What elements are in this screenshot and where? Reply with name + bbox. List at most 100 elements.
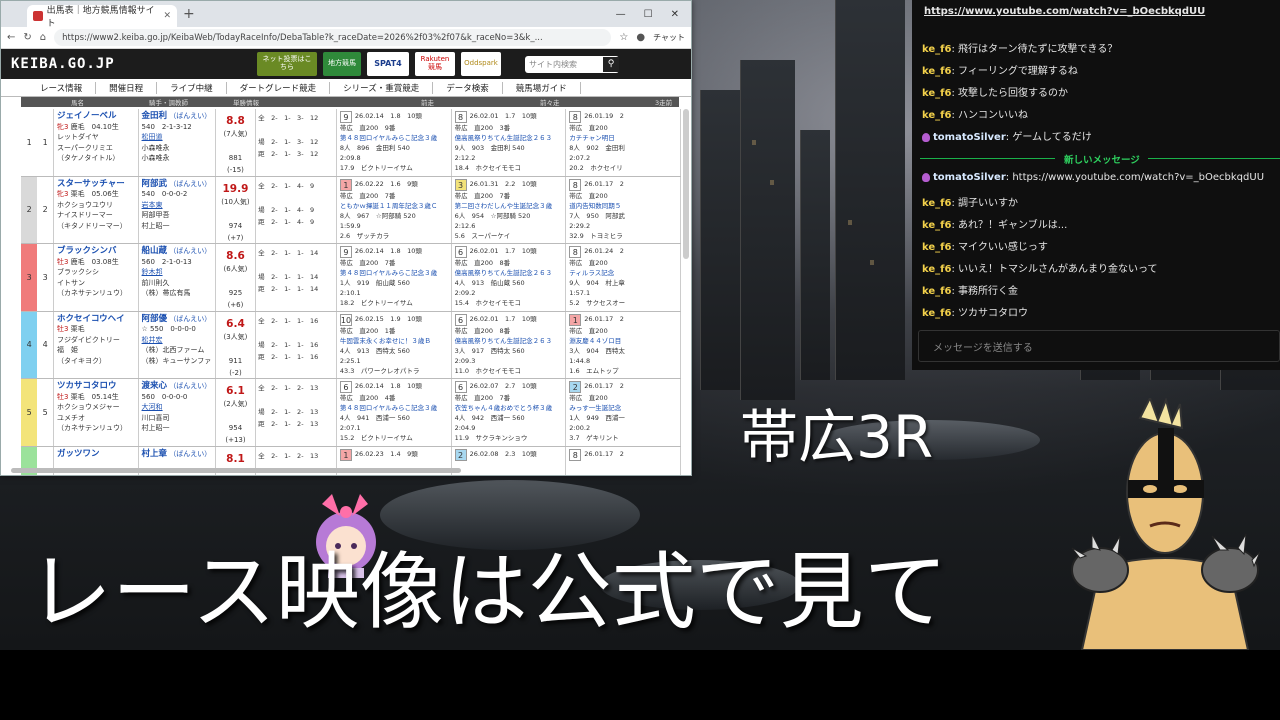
chat-username[interactable]: ke_f6 — [922, 264, 951, 275]
jockey-name[interactable]: 船山蔵 — [142, 246, 168, 256]
chat-username[interactable]: ke_f6 — [922, 220, 951, 231]
chat-top-link[interactable]: https://www.youtube.com/watch?v=_bOecbkq… — [924, 6, 1205, 17]
horse-name[interactable]: ホクセイコウヘイ — [57, 314, 125, 324]
chat-message: ke_f6: 飛行はターン待たずに攻撃できる？ — [922, 44, 1118, 55]
past-race-name[interactable]: ともかｗ揮誕１１周年記念３歳Ｃ — [340, 202, 438, 210]
past-race-1[interactable]: 10 26.02.15 1.9 10頭 帯広 直200 1番 牛固雲末永くお幸せに… — [337, 311, 452, 378]
past-race-name[interactable]: ティルラス記念 — [569, 269, 614, 277]
past-race-name[interactable]: 道内告知数同期５ — [569, 202, 621, 210]
chat-input[interactable]: メッセージを送信する — [918, 330, 1280, 362]
trainer[interactable]: 岩本東 — [142, 201, 163, 209]
past-race-name[interactable]: 億高風祭りちてん生誕記念２６３ — [455, 269, 553, 277]
maximize-icon[interactable]: ☐ — [644, 9, 653, 20]
nav-data-search[interactable]: データ検索 — [433, 81, 503, 94]
th-prev1: 前走 — [421, 99, 434, 107]
past-race-name[interactable]: 第４８回ロイヤルみらこ記念３歳 — [340, 134, 437, 142]
past-race-name[interactable]: 第二回さわだしんや生誕記念３歳 — [455, 202, 553, 210]
rakuten-banner[interactable]: Rakuten 競馬 — [415, 52, 455, 76]
past-winner: 15.2 ビクトリーイサム — [339, 434, 413, 442]
chat-username[interactable]: ke_f6 — [922, 286, 951, 297]
minimize-icon[interactable]: — — [616, 9, 626, 20]
nav-dirt-grade[interactable]: ダートグレード競走 — [227, 81, 331, 94]
back-icon[interactable]: ← — [7, 32, 15, 43]
past-race-1[interactable]: 1 26.02.22 1.6 9頭 帯広 直200 7番 ともかｗ揮誕１１周年記念… — [337, 176, 452, 243]
site-logo[interactable]: KEIBA.GO.JP — [11, 56, 251, 72]
jockey-name[interactable]: 村上章 — [142, 449, 168, 459]
past-race-name[interactable]: 第４８回ロイヤルみらこ記念３歳 — [340, 404, 437, 412]
past-race-3[interactable]: 8 26.01.19 2 帯広 直200 カチチャン明日 8人 902 金田利 2… — [566, 109, 682, 176]
horse-name[interactable]: ツカサコタロウ — [57, 381, 117, 391]
chat-username[interactable]: ke_f6 — [922, 110, 951, 121]
search-icon[interactable]: ⚲ — [603, 56, 619, 72]
past-race-name[interactable]: 衣笠ちゃん４歳おめでとう杯３歳 — [455, 404, 553, 412]
past-race-name[interactable]: 淵友慶４４ゾロ目 — [569, 337, 621, 345]
spat4-banner[interactable]: SPAT4 — [367, 52, 409, 76]
past-race-1[interactable]: 6 26.02.14 1.8 10頭 帯広 直200 4番 第４８回ロイヤルみらこ… — [337, 379, 452, 446]
past-race-name[interactable]: 億高風祭りちてん生誕記念２６３ — [455, 337, 553, 345]
trainer[interactable]: 大河和 — [142, 403, 163, 411]
past-race-1[interactable]: 9 26.02.14 1.8 10頭 帯広 直200 7番 第４８回ロイヤルみらこ… — [337, 244, 452, 311]
chat-button[interactable]: チャット — [653, 32, 685, 43]
finish-position: 9 — [339, 111, 352, 123]
jockey-name[interactable]: 金田利 — [142, 111, 168, 121]
reload-icon[interactable]: ↻ — [23, 32, 31, 43]
new-tab-icon[interactable]: + — [183, 6, 195, 22]
past-race-3[interactable]: 1 26.01.17 2 帯広 直200 淵友慶４４ゾロ目 3人 904 西特太 … — [566, 311, 682, 378]
horse-name[interactable]: スターサッチャー — [57, 179, 125, 189]
chat-username[interactable]: ke_f6 — [922, 66, 951, 77]
vertical-scrollbar[interactable] — [683, 109, 689, 259]
jockey-name[interactable]: 阿部武 — [142, 179, 168, 189]
chat-username[interactable]: ke_f6 — [922, 308, 951, 319]
chat-username[interactable]: tomatoSilver — [933, 132, 1006, 143]
trainer[interactable]: 松田道 — [142, 133, 163, 141]
past-race-name[interactable]: カチチャン明日 — [569, 134, 614, 142]
site-search-input[interactable]: サイト内検索 ⚲ — [525, 55, 619, 73]
home-icon[interactable]: ⌂ — [40, 32, 46, 43]
horse-name[interactable]: ガッツワン — [57, 449, 100, 459]
past-race-2[interactable]: 6 26.02.01 1.7 10頭 帯広 直200 8番 億高風祭りちてん生誕記… — [452, 311, 567, 378]
past-race-3[interactable]: 2 26.01.17 2 帯広 直200 みっす一生誕記念 1人 949 西浦一 … — [566, 379, 682, 446]
horse-name[interactable]: ブラックシンバ — [57, 246, 117, 256]
chihou-keiba-banner[interactable]: 地方競馬 — [323, 52, 361, 76]
past-race-2[interactable]: 6 26.02.07 2.7 10頭 帯広 直200 7番 衣笠ちゃん４歳おめでと… — [452, 379, 567, 446]
past-race-2[interactable]: 3 26.01.31 2.2 10頭 帯広 直200 7番 第二回さわだしんや生誕… — [452, 176, 567, 243]
past-winner: 5.2 サクセスオー — [569, 299, 626, 307]
trainer[interactable]: 鈴木邦 — [142, 268, 163, 276]
past-race-3[interactable]: 8 26.01.17 2 帯広 直200 道内告知数同期５ 7人 950 阿部武 … — [566, 176, 682, 243]
browser-tab[interactable]: 出馬表｜地方競馬情報サイト ✕ — [27, 5, 177, 29]
horizontal-scrollbar[interactable] — [11, 468, 461, 473]
jockey-name[interactable]: 渡来心 — [142, 381, 168, 391]
past-race-name[interactable]: 第４８回ロイヤルみらこ記念３歳 — [340, 269, 437, 277]
nav-live[interactable]: ライブ中継 — [157, 81, 227, 94]
trainer[interactable]: 松井宏 — [142, 336, 163, 344]
chat-username[interactable]: ke_f6 — [922, 88, 951, 99]
past-race-2[interactable]: 2 26.02.08 2.3 10頭 — [452, 446, 567, 475]
past-race-name[interactable]: みっす一生誕記念 — [569, 404, 621, 412]
profile-icon[interactable]: ● — [636, 32, 645, 43]
past-race-name[interactable]: 億高風祭りちてん生誕記念２６３ — [455, 134, 553, 142]
past-race-2[interactable]: 6 26.02.01 1.7 10頭 帯広 直200 8番 億高風祭りちてん生誕記… — [452, 244, 567, 311]
close-tab-icon[interactable]: ✕ — [163, 11, 171, 21]
past-race-name[interactable]: 牛固雲末永くお幸せに！３歳Ｂ — [340, 337, 431, 345]
past-race-2[interactable]: 8 26.02.01 1.7 10頭 帯広 直200 3番 億高風祭りちてん生誕記… — [452, 109, 567, 176]
nav-course-guide[interactable]: 競馬場ガイド — [503, 81, 581, 94]
past-race-3[interactable]: 8 26.01.24 2 帯広 直200 ティルラス記念 9人 904 村上章 1… — [566, 244, 682, 311]
horse-name[interactable]: ジェイノーベル — [57, 111, 117, 121]
chat-username[interactable]: ke_f6 — [922, 198, 951, 209]
chat-username[interactable]: tomatoSilver — [933, 172, 1006, 183]
close-window-icon[interactable]: ✕ — [671, 9, 679, 20]
nav-series[interactable]: シリーズ・重賞競走 — [330, 81, 434, 94]
win-odds: 8.1 — [226, 452, 245, 465]
jockey-name[interactable]: 阿部優 — [142, 314, 168, 324]
chat-username[interactable]: ke_f6 — [922, 242, 951, 253]
nav-race-info[interactable]: レース情報 — [27, 81, 97, 94]
nav-schedule[interactable]: 開催日程 — [96, 81, 158, 94]
net-vote-banner[interactable]: ネット投票はこちら — [257, 52, 317, 76]
url-field[interactable]: https://www2.keiba.go.jp/KeibaWeb/TodayR… — [54, 29, 612, 46]
past-race-1[interactable]: 9 26.02.14 1.8 10頭 帯広 直200 9番 第４８回ロイヤルみらこ… — [337, 109, 452, 176]
oddspark-banner[interactable]: Oddspark — [461, 52, 501, 76]
chat-username[interactable]: ke_f6 — [922, 44, 951, 55]
past-race-3[interactable]: 8 26.01.17 2 — [566, 446, 682, 475]
win-odds: 8.8 — [226, 115, 245, 127]
favorite-star-icon[interactable]: ☆ — [619, 32, 628, 43]
